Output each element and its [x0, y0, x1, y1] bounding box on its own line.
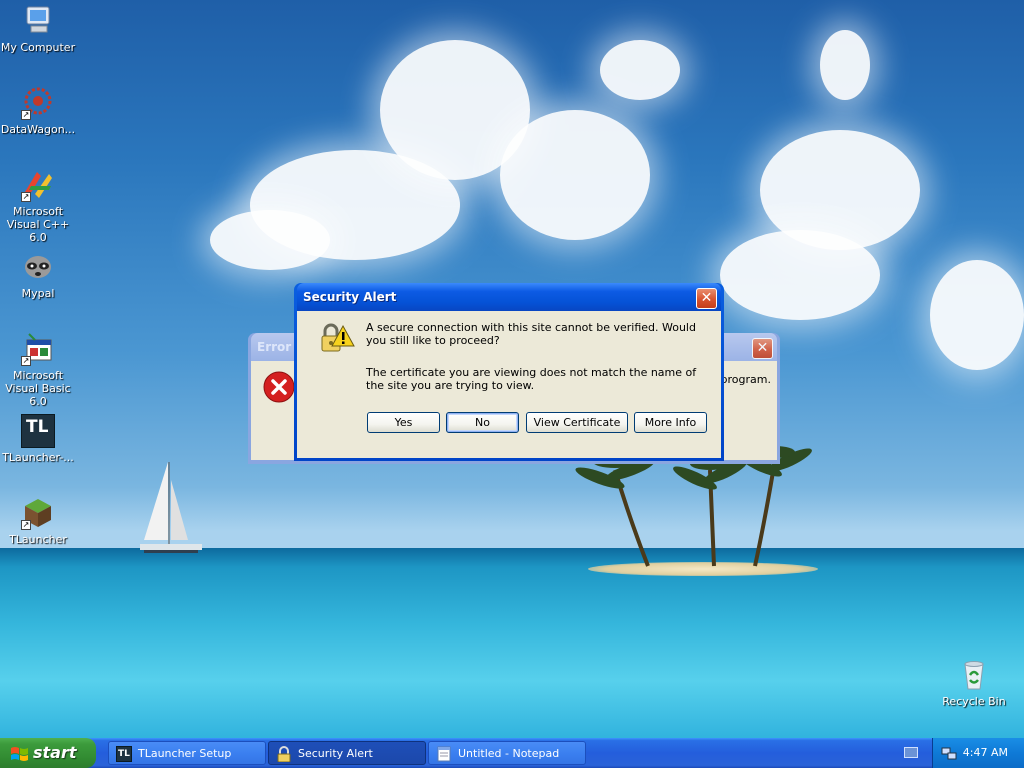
shortcut-arrow-icon: ↗ — [21, 356, 31, 366]
desktop-icon-visual-basic[interactable]: ↗ Microsoft Visual Basic 6.0 — [0, 332, 76, 408]
network-icon[interactable] — [941, 745, 957, 761]
datawagon-icon: ↗ — [21, 86, 55, 120]
tlauncher-logo-text: TL — [26, 417, 49, 437]
taskbar-item-security-alert[interactable]: Security Alert — [268, 741, 426, 765]
desktop-icon-mypal[interactable]: Mypal — [0, 250, 76, 300]
desktop-icon-label: Microsoft Visual C++ 6.0 — [6, 205, 70, 244]
security-alert-message-2: The certificate you are viewing does not… — [366, 366, 697, 392]
yes-button[interactable]: Yes — [367, 412, 440, 433]
desktop-icon-recycle-bin[interactable]: Recycle Bin — [936, 658, 1012, 708]
start-button[interactable]: start — [0, 738, 96, 768]
close-icon: ✕ — [700, 290, 713, 306]
mypal-raccoon-icon — [21, 250, 55, 284]
desktop-icon-tlauncher-setup[interactable]: TL TLauncher-... — [0, 414, 76, 464]
security-alert-message-1: A secure connection with this site canno… — [366, 321, 696, 347]
desktop-icon-label: Recycle Bin — [942, 695, 1006, 708]
desktop-icon-label: DataWagon... — [0, 123, 76, 136]
security-alert-titlebar[interactable]: Security Alert ✕ — [297, 283, 721, 311]
desktop: My Computer ↗ DataWagon... ↗ Microsoft V… — [0, 0, 1024, 738]
more-info-button[interactable]: More Info — [634, 412, 707, 433]
minecraft-grass-block-icon: ↗ — [21, 496, 55, 530]
desktop-icon-label: My Computer — [0, 41, 76, 54]
security-alert-window: Security Alert ✕ A secure connection wit… — [294, 283, 724, 461]
sailboat-graphic — [140, 462, 202, 553]
error-dialog-message: program. — [720, 373, 771, 386]
taskbar-clock[interactable]: 4:47 AM — [963, 746, 1008, 759]
recycle-bin-icon — [957, 658, 991, 692]
taskbar-item-label: Untitled - Notepad — [458, 747, 560, 760]
desktop-icon-label: TLauncher-... — [2, 451, 74, 464]
wallpaper-cloud — [820, 30, 870, 100]
wallpaper-cloud — [930, 260, 1024, 370]
desktop-icon-tlauncher[interactable]: ↗ TLauncher — [0, 496, 76, 546]
desktop-icon-label: TLauncher — [9, 533, 67, 546]
no-button[interactable]: No — [446, 412, 519, 433]
system-tray: 4:47 AM — [932, 738, 1024, 768]
wallpaper-cloud — [600, 40, 680, 100]
taskbar-item-label: Security Alert — [298, 747, 373, 760]
desktop-icon-visual-cpp[interactable]: ↗ Microsoft Visual C++ 6.0 — [0, 168, 76, 244]
shortcut-arrow-icon: ↗ — [21, 110, 31, 120]
shortcut-arrow-icon: ↗ — [21, 192, 31, 202]
tlauncher-logo-icon: TL — [21, 414, 55, 448]
desktop-icon-label: Microsoft Visual Basic 6.0 — [5, 369, 71, 408]
desktop-icon-my-computer[interactable]: My Computer — [0, 4, 76, 54]
visual-cpp-icon: ↗ — [21, 168, 55, 202]
security-alert-close-button[interactable]: ✕ — [696, 288, 717, 309]
computer-icon — [21, 4, 55, 38]
desktop-icon-datawagon[interactable]: ↗ DataWagon... — [0, 86, 76, 136]
view-certificate-button[interactable]: View Certificate — [526, 412, 628, 433]
wallpaper-cloud — [720, 230, 880, 320]
windows-flag-icon — [11, 747, 28, 761]
close-icon: ✕ — [756, 340, 769, 356]
shortcut-arrow-icon: ↗ — [21, 520, 31, 530]
tlauncher-icon: TL — [116, 746, 132, 762]
wallpaper-sea — [0, 548, 1024, 738]
tlauncher-taskbar-logo-text: TL — [118, 749, 130, 759]
security-alert-body: A secure connection with this site canno… — [297, 311, 721, 458]
security-alert-title: Security Alert — [303, 290, 397, 304]
taskbar-item-label: TLauncher Setup — [138, 747, 232, 760]
wallpaper-cloud — [210, 210, 330, 270]
error-x-icon — [263, 371, 295, 403]
wallpaper-cloud — [500, 110, 650, 240]
notepad-icon — [437, 746, 451, 762]
lock-warning-icon — [321, 323, 355, 352]
visual-basic-icon: ↗ — [21, 332, 55, 366]
desktop-icon-label: Mypal — [21, 287, 55, 300]
start-label: start — [33, 743, 77, 762]
lock-icon — [277, 746, 291, 762]
taskbar-item-notepad[interactable]: Untitled - Notepad — [428, 741, 586, 765]
taskbar: start TL TLauncher Setup Security Alert … — [0, 738, 1024, 768]
error-dialog-close-button[interactable]: ✕ — [752, 338, 773, 359]
keyboard-language-icon[interactable] — [904, 747, 918, 758]
taskbar-item-tlauncher-setup[interactable]: TL TLauncher Setup — [108, 741, 266, 765]
